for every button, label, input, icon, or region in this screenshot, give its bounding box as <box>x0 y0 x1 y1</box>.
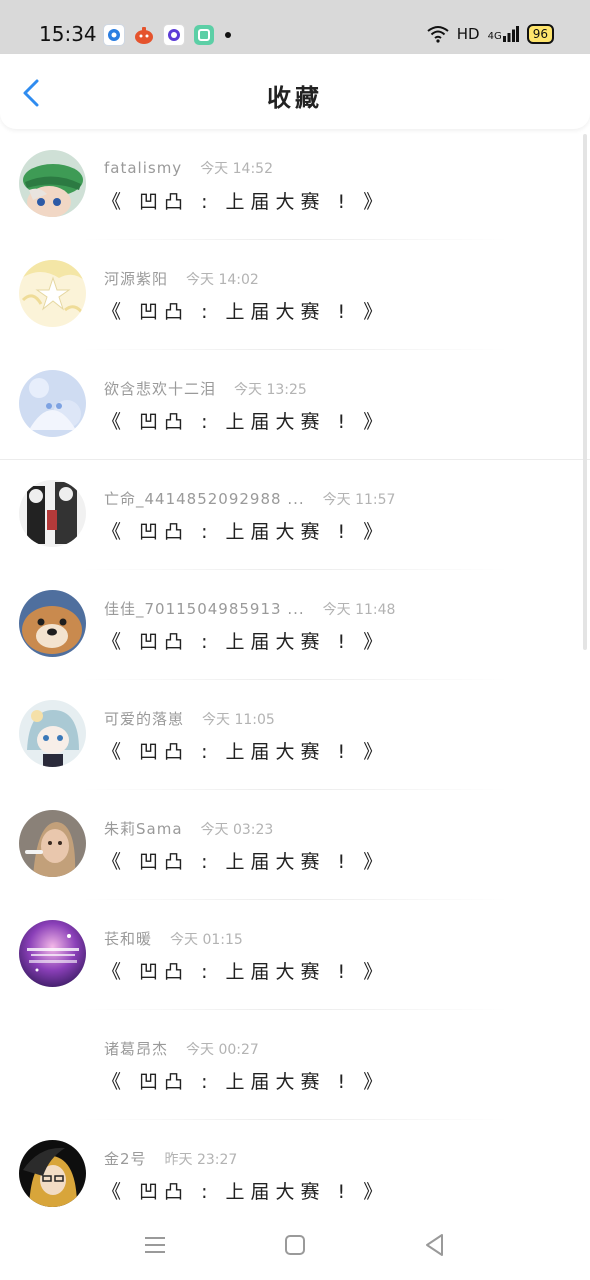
timestamp: 今天 03:23 <box>200 822 274 838</box>
user-name[interactable]: 欲含悲欢十二泪 <box>104 378 216 399</box>
list-item[interactable]: 朱莉Sama 今天 03:23 《 凹凸 : 上届大赛 ! 》 <box>0 790 590 900</box>
user-name[interactable]: 金2号 <box>104 1148 147 1169</box>
avatar[interactable] <box>19 1030 86 1097</box>
system-nav-bar <box>0 1210 590 1280</box>
back-triangle-icon <box>426 1234 443 1256</box>
timestamp: 今天 01:15 <box>170 932 243 948</box>
home-button[interactable] <box>282 1232 308 1258</box>
signal-icon: 4G <box>488 26 519 42</box>
avatar[interactable] <box>19 810 86 877</box>
timestamp: 今天 00:27 <box>186 1042 259 1058</box>
favorite-content[interactable]: 《 凹凸 : 上届大赛 ! 》 <box>102 517 388 544</box>
avatar[interactable] <box>19 370 86 437</box>
user-name[interactable]: 诸葛昂杰 <box>104 1038 168 1059</box>
user-name[interactable]: 亡命_4414852092988 ... <box>104 488 305 509</box>
timestamp: 今天 11:57 <box>322 492 396 508</box>
menu-button[interactable] <box>142 1232 168 1258</box>
favorite-content[interactable]: 《 凹凸 : 上届大赛 ! 》 <box>102 297 388 324</box>
list-item[interactable]: 佳佳_7011504985913 ... 今天 11:48 《 凹凸 : 上届大… <box>0 570 590 680</box>
list-item[interactable]: 诸葛昂杰 今天 00:27 《 凹凸 : 上届大赛 ! 》 <box>0 1010 590 1120</box>
user-name[interactable]: 朱莉Sama <box>104 818 183 839</box>
list-item[interactable]: 欲含悲欢十二泪 今天 13:25 《 凹凸 : 上届大赛 ! 》 <box>0 350 590 460</box>
more-notifications-icon <box>225 32 231 38</box>
list-item[interactable]: 苌和暖 今天 01:15 《 凹凸 : 上届大赛 ! 》 <box>0 900 590 1010</box>
favorite-content[interactable]: 《 凹凸 : 上届大赛 ! 》 <box>102 187 388 214</box>
list-item[interactable]: 亡命_4414852092988 ... 今天 11:57 《 凹凸 : 上届大… <box>0 460 590 570</box>
user-name[interactable]: fatalismy <box>104 159 182 177</box>
favorites-list: fatalismy 今天 14:52 《 凹凸 : 上届大赛 ! 》 河源紫阳 … <box>0 130 590 1230</box>
timestamp: 今天 14:02 <box>186 272 259 288</box>
avatar[interactable] <box>19 700 86 767</box>
favorite-content[interactable]: 《 凹凸 : 上届大赛 ! 》 <box>102 957 388 984</box>
wifi-icon <box>427 26 449 43</box>
status-bar: 15:34 HD 4G 96 <box>0 0 590 54</box>
user-name[interactable]: 佳佳_7011504985913 ... <box>104 598 305 619</box>
favorite-content[interactable]: 《 凹凸 : 上届大赛 ! 》 <box>102 627 388 654</box>
page-title: 收藏 <box>267 84 323 112</box>
avatar[interactable] <box>19 590 86 657</box>
timestamp: 今天 11:05 <box>202 712 275 728</box>
notification-app-purple-icon <box>163 24 185 46</box>
timestamp: 昨天 23:27 <box>164 1152 238 1168</box>
home-square-icon <box>285 1235 305 1255</box>
notification-app-blue-icon <box>103 24 125 46</box>
system-status-icons: HD 4G 96 <box>427 24 554 44</box>
list-item[interactable]: fatalismy 今天 14:52 《 凹凸 : 上届大赛 ! 》 <box>0 130 590 240</box>
battery-icon: 96 <box>526 24 554 44</box>
page-header: 收藏 <box>0 54 590 129</box>
avatar[interactable] <box>19 480 86 547</box>
avatar[interactable] <box>19 260 86 327</box>
favorite-content[interactable]: 《 凹凸 : 上届大赛 ! 》 <box>102 1177 388 1204</box>
user-name[interactable]: 可爱的落崽 <box>104 708 184 729</box>
avatar[interactable] <box>19 920 86 987</box>
avatar[interactable] <box>19 1140 86 1207</box>
hd-indicator: HD <box>456 25 480 43</box>
favorite-content[interactable]: 《 凹凸 : 上届大赛 ! 》 <box>102 737 388 764</box>
status-time: 15:34 <box>39 22 97 46</box>
list-item[interactable]: 可爱的落崽 今天 11:05 《 凹凸 : 上届大赛 ! 》 <box>0 680 590 790</box>
menu-icon <box>145 1237 165 1253</box>
back-nav-button[interactable] <box>422 1232 448 1258</box>
favorite-content[interactable]: 《 凹凸 : 上届大赛 ! 》 <box>102 847 388 874</box>
notification-app-green-icon <box>194 25 214 45</box>
favorite-content[interactable]: 《 凹凸 : 上届大赛 ! 》 <box>102 407 388 434</box>
notification-app-red-icon <box>134 25 154 45</box>
list-item[interactable]: 河源紫阳 今天 14:02 《 凹凸 : 上届大赛 ! 》 <box>0 240 590 350</box>
timestamp: 今天 14:52 <box>200 161 273 177</box>
timestamp: 今天 11:48 <box>322 602 396 618</box>
user-name[interactable]: 河源紫阳 <box>104 268 168 289</box>
scrollbar[interactable] <box>583 134 587 650</box>
notification-icons <box>103 24 231 46</box>
timestamp: 今天 13:25 <box>234 382 307 398</box>
favorite-content[interactable]: 《 凹凸 : 上届大赛 ! 》 <box>102 1067 388 1094</box>
avatar[interactable] <box>19 150 86 217</box>
user-name[interactable]: 苌和暖 <box>104 928 152 949</box>
